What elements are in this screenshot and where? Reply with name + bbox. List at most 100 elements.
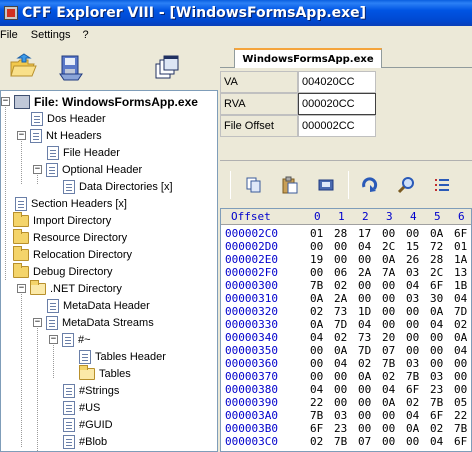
hex-byte[interactable]: 07 <box>382 344 395 357</box>
hex-byte[interactable]: 04 <box>430 318 443 331</box>
collapse-toggle[interactable]: − <box>49 335 58 344</box>
hex-row[interactable]: 00000370 00 00 0A 02 7B 03 00 <box>221 370 471 383</box>
tree-item-metadata-header[interactable]: MetaData Header <box>47 297 150 314</box>
paste-icon[interactable] <box>280 175 300 195</box>
hex-byte[interactable]: 1B <box>454 279 467 292</box>
tree-item-stream-strings[interactable]: #Strings <box>63 382 119 399</box>
hex-byte[interactable]: 04 <box>334 357 347 370</box>
hex-byte[interactable]: 00 <box>358 279 371 292</box>
hex-byte[interactable]: 04 <box>310 331 323 344</box>
hex-byte[interactable]: 00 <box>406 305 419 318</box>
hex-byte[interactable]: 73 <box>358 331 371 344</box>
hex-byte[interactable]: 00 <box>406 344 419 357</box>
hex-byte[interactable]: 7D <box>358 344 371 357</box>
hex-row[interactable]: 00000330 0A 7D 04 00 00 04 02 <box>221 318 471 331</box>
tree-item-optional-header[interactable]: − Optional Header <box>33 161 142 178</box>
hex-byte[interactable]: 7B <box>406 370 419 383</box>
hex-byte[interactable]: 02 <box>310 435 323 448</box>
hex-byte[interactable]: 00 <box>430 344 443 357</box>
hex-byte[interactable]: 00 <box>406 318 419 331</box>
hex-byte[interactable]: 00 <box>310 240 323 253</box>
hex-row[interactable]: 000002F0 00 06 2A 7A 03 2C 13 <box>221 266 471 279</box>
goto-arrow-icon[interactable] <box>360 175 380 195</box>
hex-byte[interactable]: 00 <box>334 396 347 409</box>
hex-row[interactable]: 000002C0 01 28 17 00 00 0A 6F <box>221 227 471 240</box>
menu-help[interactable]: ? <box>82 29 93 41</box>
hex-byte[interactable]: 1A <box>454 253 467 266</box>
collapse-toggle[interactable]: − <box>17 284 26 293</box>
hex-row[interactable]: 00000340 04 02 73 20 00 00 0A <box>221 331 471 344</box>
hex-byte[interactable]: 04 <box>310 383 323 396</box>
hex-byte[interactable]: 02 <box>430 422 443 435</box>
hex-byte[interactable]: 00 <box>310 357 323 370</box>
tree-item-import-directory[interactable]: Import Directory <box>13 211 111 229</box>
hex-byte[interactable]: 2A <box>334 292 347 305</box>
hex-byte[interactable]: 04 <box>358 318 371 331</box>
hex-row[interactable]: 00000300 7B 02 00 00 04 6F 1B <box>221 279 471 292</box>
hex-byte[interactable]: 22 <box>454 409 467 422</box>
hex-row[interactable]: 000003A0 7B 03 00 00 04 6F 22 <box>221 409 471 422</box>
rva-field[interactable]: 000020CC <box>298 93 376 115</box>
hex-byte[interactable]: 04 <box>454 292 467 305</box>
hex-byte[interactable]: 2A <box>358 266 371 279</box>
hex-byte[interactable]: 04 <box>454 344 467 357</box>
hex-byte[interactable]: 00 <box>382 292 395 305</box>
hex-byte[interactable]: 00 <box>334 370 347 383</box>
tree-item-section-headers[interactable]: Section Headers [x] <box>15 195 127 212</box>
tree-item-net-directory[interactable]: − .NET Directory <box>17 279 122 297</box>
hex-byte[interactable]: 00 <box>358 396 371 409</box>
hex-byte[interactable]: 01 <box>310 227 323 240</box>
hex-row[interactable]: 00000360 00 04 02 7B 03 00 00 <box>221 357 471 370</box>
hex-byte[interactable]: 00 <box>382 279 395 292</box>
hex-byte[interactable]: 00 <box>358 292 371 305</box>
hex-byte[interactable]: 00 <box>454 383 467 396</box>
hex-byte[interactable]: 00 <box>334 240 347 253</box>
hex-byte[interactable]: 7B <box>430 396 443 409</box>
hex-view[interactable]: Offset 0123456 000002C0 01 28 17 00 00 0A 6F 000… <box>220 208 472 452</box>
hex-byte[interactable]: 72 <box>430 240 443 253</box>
hex-byte[interactable]: 0A <box>430 305 443 318</box>
hex-byte[interactable]: 17 <box>358 227 371 240</box>
tree-item-relocation-directory[interactable]: Relocation Directory <box>13 245 132 263</box>
tree-item-data-directories[interactable]: Data Directories [x] <box>63 178 173 195</box>
hex-byte[interactable]: 03 <box>406 357 419 370</box>
hex-byte[interactable]: 04 <box>382 383 395 396</box>
hex-byte[interactable]: 13 <box>454 266 467 279</box>
hex-byte[interactable]: 00 <box>382 318 395 331</box>
hex-byte[interactable]: 02 <box>334 331 347 344</box>
hex-byte[interactable]: 6F <box>454 227 467 240</box>
hex-byte[interactable]: 19 <box>310 253 323 266</box>
hex-byte[interactable]: 07 <box>358 435 371 448</box>
hex-byte[interactable]: 22 <box>310 396 323 409</box>
hex-row[interactable]: 000003B0 6F 23 00 00 0A 02 7B <box>221 422 471 435</box>
hex-byte[interactable]: 00 <box>454 370 467 383</box>
hex-byte[interactable]: 02 <box>310 305 323 318</box>
hex-byte[interactable]: 7D <box>454 305 467 318</box>
hex-byte[interactable]: 7B <box>334 435 347 448</box>
hex-byte[interactable]: 7B <box>382 357 395 370</box>
write-icon[interactable] <box>316 175 336 195</box>
hex-byte[interactable]: 28 <box>430 253 443 266</box>
va-field[interactable]: 004020CC <box>298 71 376 93</box>
hex-byte[interactable]: 6F <box>430 279 443 292</box>
hex-byte[interactable]: 00 <box>358 383 371 396</box>
tree-item-file-header[interactable]: File Header <box>47 144 120 161</box>
collapse-toggle[interactable]: − <box>1 97 10 106</box>
hex-byte[interactable]: 0A <box>382 253 395 266</box>
hex-byte[interactable]: 6F <box>310 422 323 435</box>
copy-icon[interactable] <box>244 175 264 195</box>
hex-byte[interactable]: 04 <box>430 435 443 448</box>
hex-byte[interactable]: 00 <box>358 253 371 266</box>
hex-byte[interactable]: 00 <box>310 266 323 279</box>
hex-byte[interactable]: 7A <box>382 266 395 279</box>
hex-byte[interactable]: 06 <box>334 266 347 279</box>
hex-row[interactable]: 00000310 0A 2A 00 00 03 30 04 <box>221 292 471 305</box>
hex-byte[interactable]: 0A <box>430 227 443 240</box>
hex-byte[interactable]: 00 <box>382 305 395 318</box>
hex-byte[interactable]: 05 <box>454 396 467 409</box>
list-icon[interactable] <box>432 175 452 195</box>
hex-byte[interactable]: 04 <box>406 409 419 422</box>
hex-byte[interactable]: 0A <box>358 370 371 383</box>
hex-byte[interactable]: 7B <box>310 279 323 292</box>
hex-byte[interactable]: 2C <box>430 266 443 279</box>
